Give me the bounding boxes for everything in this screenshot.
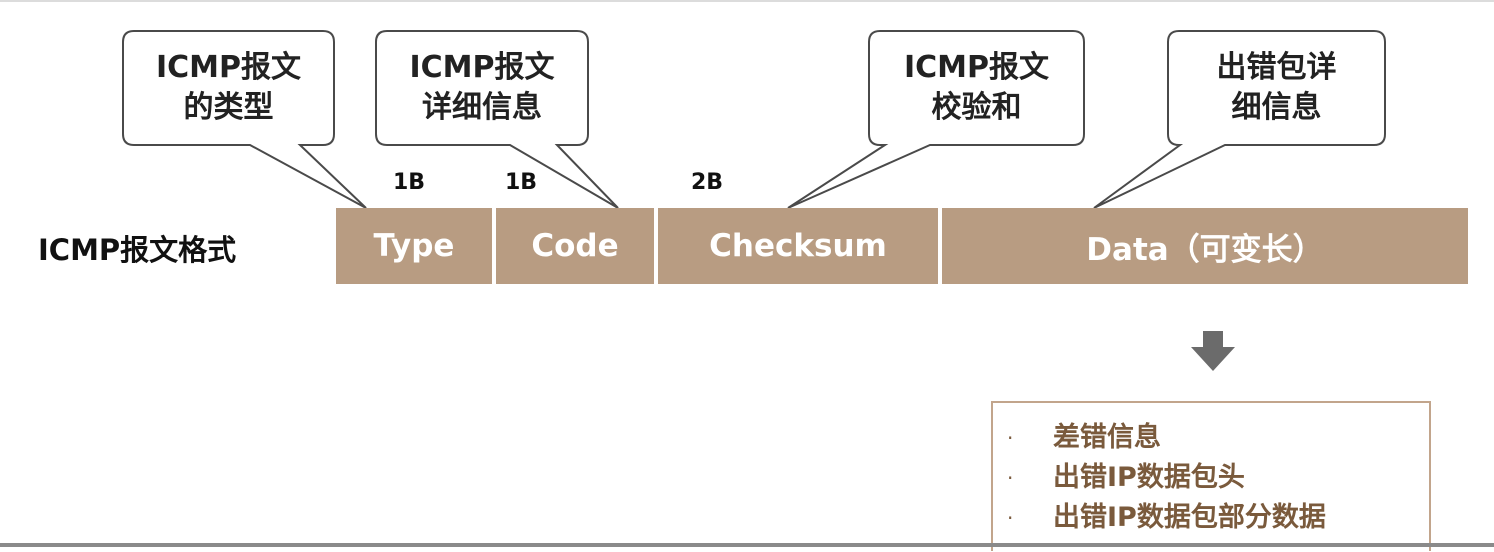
bottom-divider (0, 543, 1494, 547)
callout-line: ICMP报文 (409, 50, 555, 85)
callout-text-code: ICMP报文 详细信息 (376, 40, 588, 136)
field-type: Type (336, 208, 492, 284)
field-checksum: Checksum (658, 208, 938, 284)
bullet-icon: · (1007, 466, 1014, 490)
size-label-checksum: 2B (691, 170, 724, 195)
callout-line: 详细信息 (422, 90, 542, 125)
data-detail-text: 出错IP数据包部分数据 (1053, 502, 1326, 533)
size-label-code: 1B (505, 170, 538, 195)
format-label: ICMP报文格式 (38, 233, 237, 267)
callout-text-checksum: ICMP报文 校验和 (869, 40, 1084, 136)
data-detail-text: 差错信息 (1053, 422, 1161, 453)
callout-line: ICMP报文 (155, 50, 302, 85)
field-data: Data（可变长） (942, 208, 1468, 284)
callout-text-data: 出错包详 细信息 (1168, 40, 1385, 136)
callout-line: 校验和 (931, 90, 1022, 125)
callout-text-type: ICMP报文 的类型 (123, 40, 334, 136)
callout-line: 出错包详 (1216, 50, 1337, 85)
data-detail-item: · 出错IP数据包头 (993, 458, 1433, 498)
callout-line: 细信息 (1231, 90, 1322, 125)
field-code: Code (496, 208, 654, 284)
data-details-box: · 差错信息 · 出错IP数据包头 · 出错IP数据包部分数据 (991, 401, 1431, 551)
callout-line: ICMP报文 (903, 50, 1050, 85)
bullet-icon: · (1007, 426, 1014, 450)
data-detail-text: 出错IP数据包头 (1053, 462, 1245, 493)
data-detail-item: · 差错信息 (993, 418, 1433, 458)
size-label-type: 1B (393, 170, 426, 195)
callout-line: 的类型 (183, 90, 274, 125)
icmp-format-diagram: ICMP报文 的类型 ICMP报文 详细信息 ICMP报文 校验和 出错包详 细… (0, 0, 1494, 552)
arrow-down-icon (1191, 331, 1235, 371)
bullet-icon: · (1007, 506, 1014, 530)
data-detail-item: · 出错IP数据包部分数据 (993, 498, 1433, 538)
